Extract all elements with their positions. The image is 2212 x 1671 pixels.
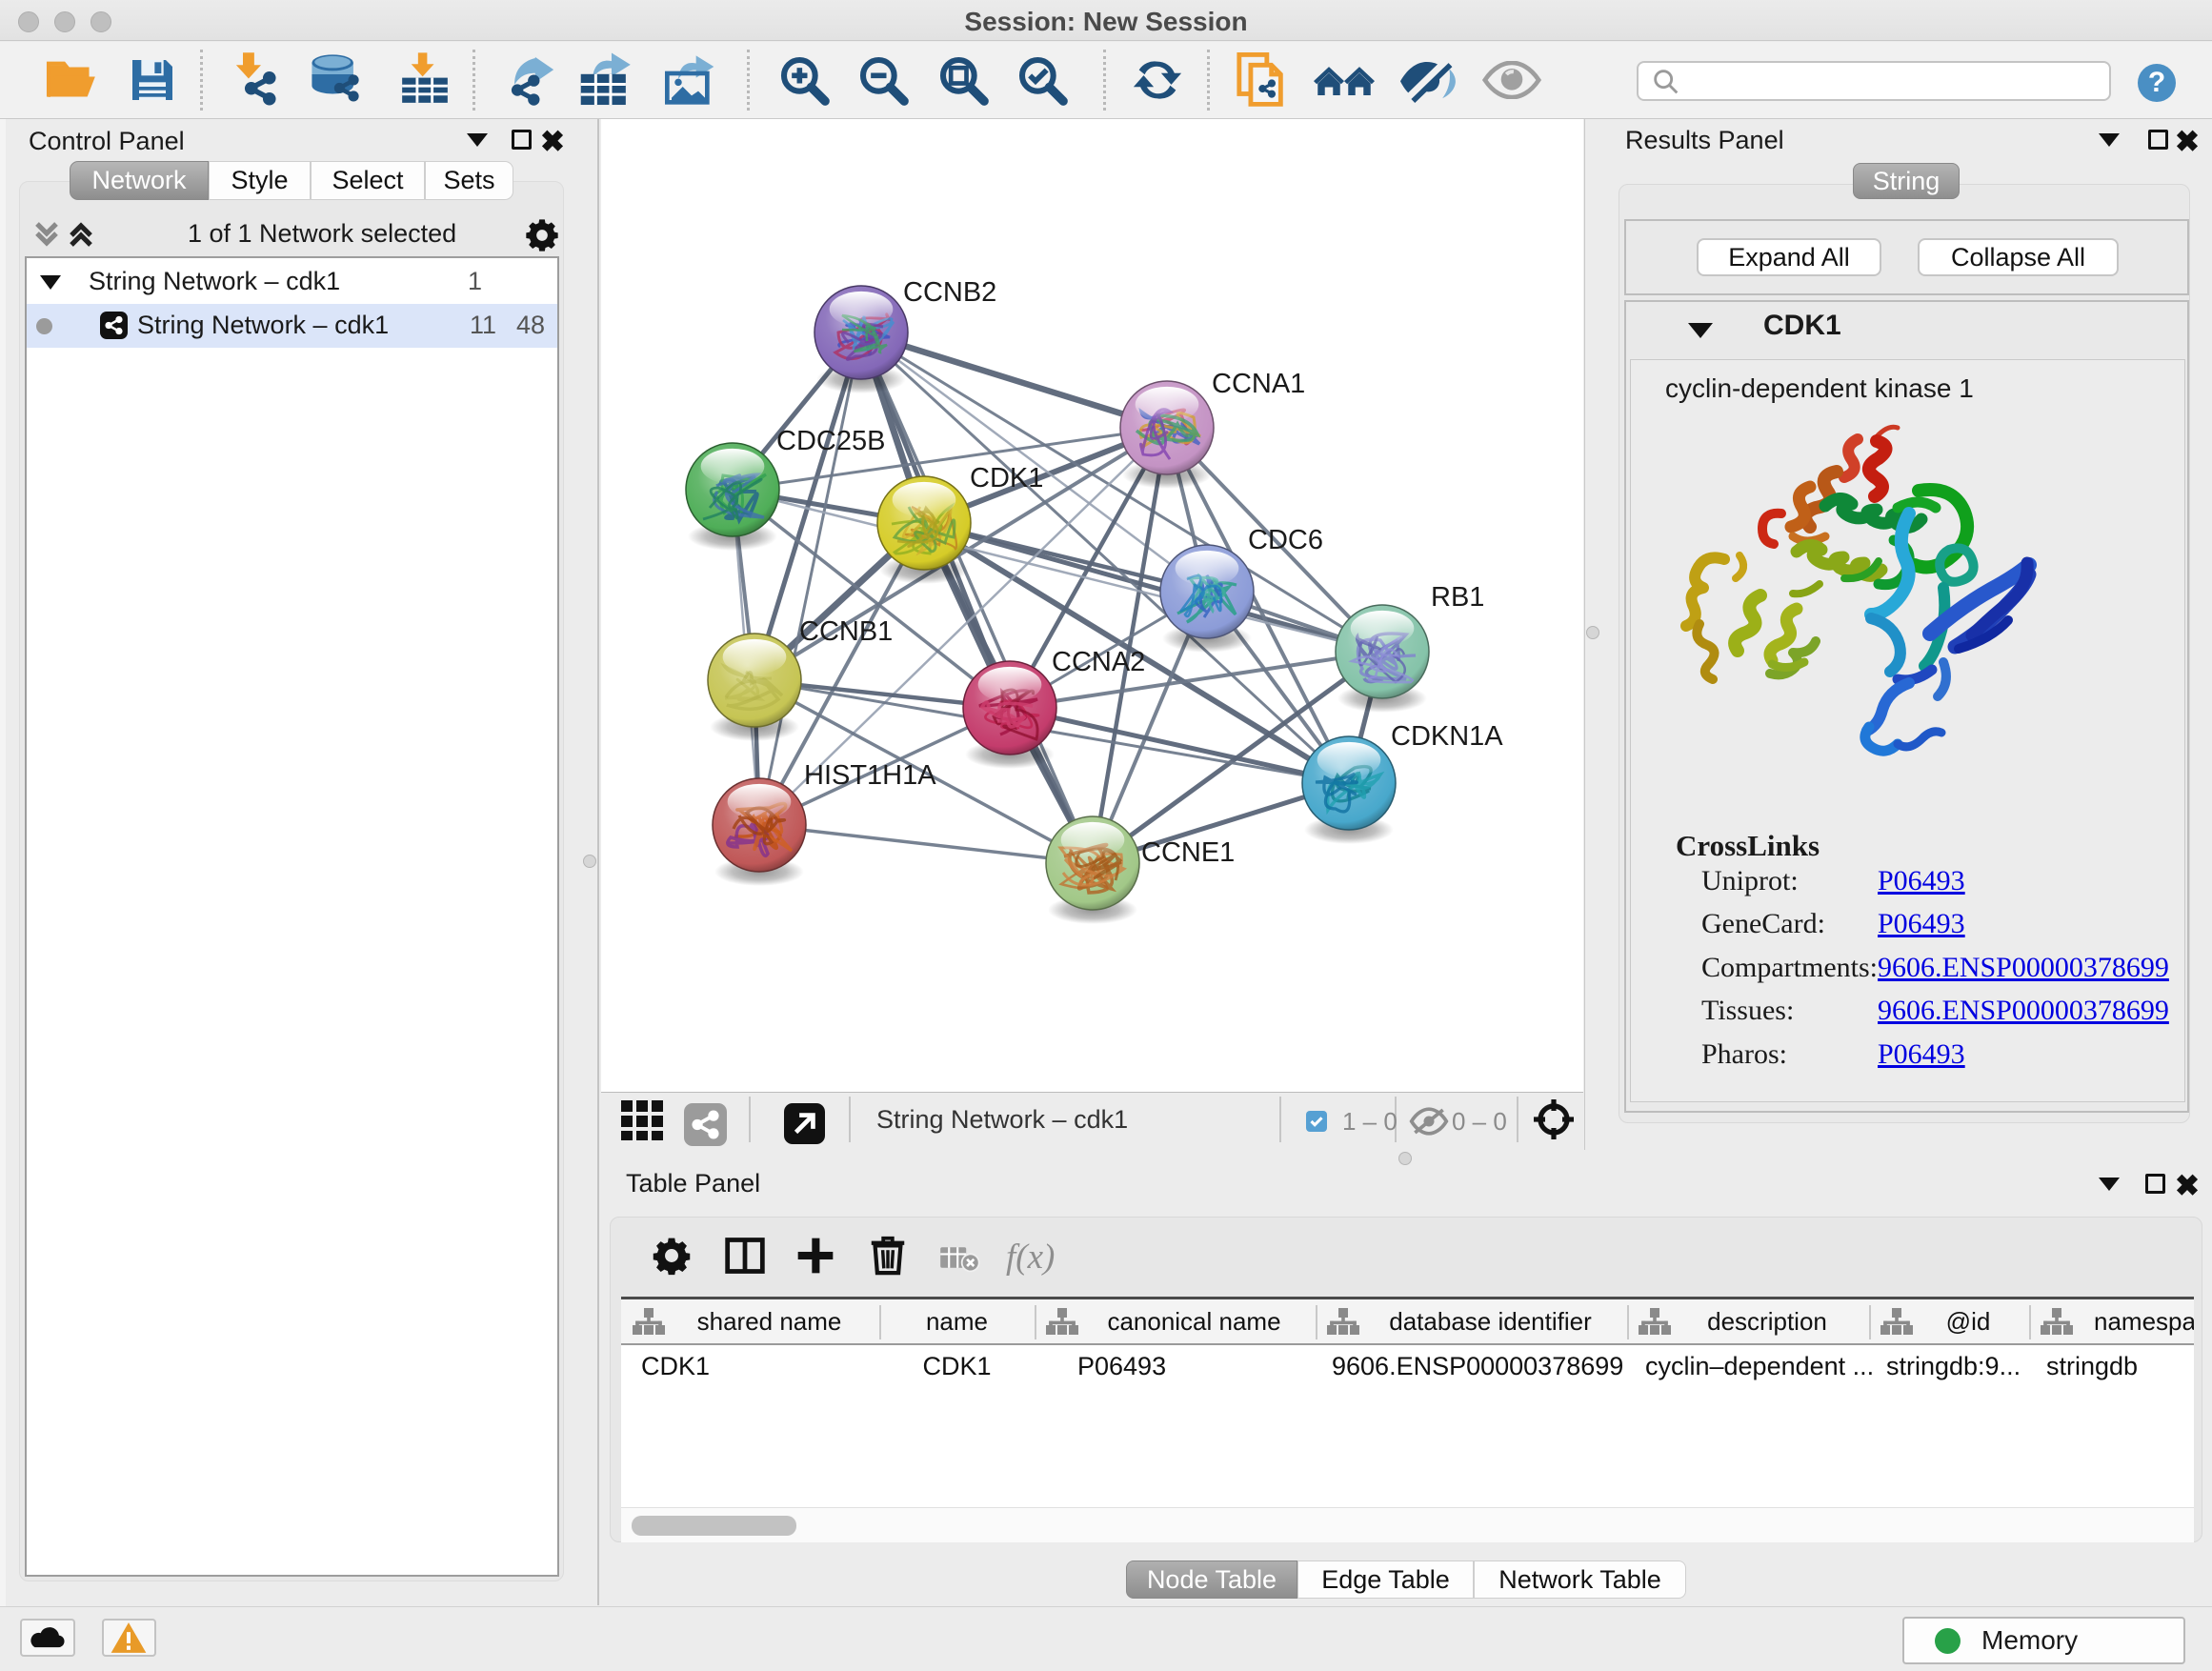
svg-text:RB1: RB1 bbox=[1431, 582, 1484, 613]
svg-text:CCNB2: CCNB2 bbox=[903, 277, 996, 308]
svg-text:CCNA1: CCNA1 bbox=[1212, 369, 1305, 399]
svg-text:CDKN1A: CDKN1A bbox=[1391, 721, 1503, 752]
svg-text:CCNB1: CCNB1 bbox=[799, 616, 893, 647]
svg-text:CCNA2: CCNA2 bbox=[1052, 647, 1145, 677]
svg-text:CDC6: CDC6 bbox=[1248, 525, 1323, 555]
svg-text:HIST1H1A: HIST1H1A bbox=[804, 760, 936, 791]
svg-text:CDC25B: CDC25B bbox=[776, 426, 885, 456]
svg-text:CCNE1: CCNE1 bbox=[1141, 837, 1235, 868]
svg-text:CDK1: CDK1 bbox=[970, 463, 1043, 493]
